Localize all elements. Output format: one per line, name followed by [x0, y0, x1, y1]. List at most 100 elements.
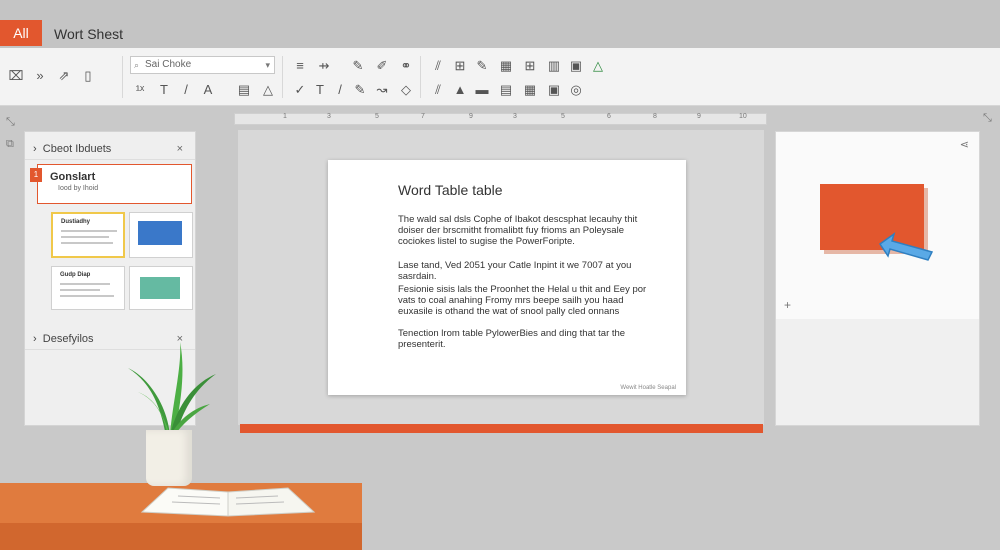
add-icon[interactable]: +: [784, 298, 791, 312]
slides-panel-title: Cbeot Ibduets: [42, 143, 112, 155]
title-bar: All Wort Shest: [0, 0, 1000, 48]
shape2-icon[interactable]: ▬: [474, 82, 490, 98]
check-icon[interactable]: ✓: [292, 82, 308, 98]
slide-paragraph[interactable]: Lase tand, Ved 2051 your Catle Inpint it…: [398, 260, 658, 282]
shape-red-icon[interactable]: ⊞: [452, 58, 468, 74]
draw2-icon[interactable]: ⫽: [430, 58, 446, 74]
link-icon[interactable]: ⚭: [398, 58, 414, 74]
thumbnail-image: [140, 277, 180, 299]
fill-icon[interactable]: ▲: [452, 82, 468, 98]
open-book-icon: [140, 487, 316, 517]
text-tool-icon[interactable]: T: [312, 82, 328, 98]
font-color-icon[interactable]: A: [200, 82, 216, 98]
align-icon[interactable]: ▤: [236, 82, 252, 98]
ruler-mark: 3: [327, 113, 331, 120]
slide-thumbnail-title: Gonslart: [50, 171, 96, 183]
plant-icon: [128, 342, 216, 436]
ruler-mark: 10: [739, 113, 747, 120]
ruler-mark: 9: [697, 113, 701, 120]
ruler-mark: 1: [283, 113, 287, 120]
font-select[interactable]: ⌕ Sai Choke ▾: [130, 56, 275, 74]
current-slide[interactable]: Word Table table The wald sal dsls Cophe…: [328, 160, 686, 395]
draw-icon[interactable]: ✎: [352, 82, 368, 98]
plant-pot: [146, 430, 192, 486]
brush-icon[interactable]: ⇗: [56, 68, 72, 84]
slide-paragraph[interactable]: Fesionie sisis lals the Proonhet the Hel…: [398, 284, 658, 317]
slide-thumbnail[interactable]: [129, 212, 193, 258]
share-icon[interactable]: ⋖: [960, 138, 969, 151]
list-icon[interactable]: ≡: [292, 58, 308, 74]
image-icon[interactable]: ▣: [568, 58, 584, 74]
chevron-right-icon: ›: [33, 333, 43, 345]
ruler-mark: 3: [513, 113, 517, 120]
close-icon[interactable]: ×: [177, 138, 183, 160]
chevron-down-icon: ▾: [265, 60, 270, 70]
app-tab[interactable]: All: [0, 20, 42, 46]
slide-thumbnail-subtitle: Iood by Ihoid: [58, 185, 99, 192]
brush2-icon[interactable]: ✎: [474, 58, 490, 74]
design-preview: ⋖ +: [776, 132, 979, 319]
collapse-icon[interactable]: ⤡: [6, 116, 15, 129]
pin-icon[interactable]: ⤡: [983, 112, 992, 125]
arrow-icon[interactable]: ⇸: [316, 58, 332, 74]
page-icon[interactable]: ▯: [80, 68, 96, 84]
slide-paragraph[interactable]: The wald sal dsls Cophe of Ibakot descsp…: [398, 214, 658, 247]
curve-icon[interactable]: ↝: [374, 82, 390, 98]
layers-icon[interactable]: ⧉: [6, 138, 14, 151]
text-icon[interactable]: T: [156, 82, 172, 98]
format-painter-icon[interactable]: ⌧: [8, 68, 24, 84]
ruler-mark: 5: [561, 113, 565, 120]
thumbnail-image: [138, 221, 182, 245]
ribbon-separator: [420, 56, 421, 98]
slide-title[interactable]: Word Table table: [398, 182, 503, 198]
thumbnail-line: [60, 289, 100, 291]
thumbnail-line: [60, 283, 110, 285]
pencil-icon[interactable]: ✐: [374, 58, 390, 74]
design-pane: ⋖ +: [775, 131, 980, 426]
ribbon-separator: [282, 56, 283, 98]
ruler-mark: 7: [421, 113, 425, 120]
shape-icon[interactable]: ◇: [398, 82, 414, 98]
table-icon[interactable]: ▦: [498, 58, 514, 74]
slide-thumbnail[interactable]: [129, 266, 193, 310]
grid-icon[interactable]: ⊞: [522, 58, 538, 74]
slide-thumbnail[interactable]: Dustiadhy: [51, 212, 125, 258]
table2-icon[interactable]: ▥: [546, 58, 562, 74]
italic-icon[interactable]: /: [178, 82, 194, 98]
ruler-mark: 8: [653, 113, 657, 120]
ruler-mark: 6: [607, 113, 611, 120]
chevron-right-icon: ›: [33, 143, 43, 155]
warning-icon[interactable]: △: [590, 58, 606, 74]
picture-icon[interactable]: ▣: [546, 82, 562, 98]
slide-thumbnail-active[interactable]: 1 Gonslart Iood by Ihoid: [30, 164, 192, 204]
pen-icon[interactable]: ✎: [350, 58, 366, 74]
canvas-accent-bar: [240, 424, 763, 433]
slide-thumbnail-title: Dustiadhy: [61, 219, 91, 225]
ribbon-toolbar: ⌧ » ⇗ ▯ ⌕ Sai Choke ▾ ¹ˣ T / A ▤ △ ≡ ⇸ ✎…: [0, 48, 1000, 106]
slide-paragraph[interactable]: Tenection lrom table PylowerBies and din…: [398, 328, 658, 350]
section-title: Desefyilos: [42, 333, 94, 345]
circle-icon[interactable]: ◎: [568, 82, 584, 98]
ruler-mark: 9: [469, 113, 473, 120]
slide-footer: Wewit Hoatle Seapal: [620, 385, 676, 391]
horizontal-ruler: 1 3 5 7 9 3 5 6 8 9 10: [234, 113, 767, 125]
thumbnail-line: [61, 242, 113, 244]
search-icon: ⌕: [134, 60, 140, 70]
slides-panel-header[interactable]: › Cbeot Ibduets ×: [25, 138, 195, 160]
line-icon[interactable]: /: [332, 82, 348, 98]
highlight-icon[interactable]: △: [260, 82, 276, 98]
ruler-mark: 5: [375, 113, 379, 120]
slide-thumbnail[interactable]: Gudp Diap: [51, 266, 125, 310]
document-title: Wort Shest: [54, 26, 123, 42]
image2-icon[interactable]: ▦: [522, 82, 538, 98]
thumbnail-line: [61, 230, 117, 232]
ribbon-separator: [122, 56, 123, 98]
slide-number-badge: 1: [30, 168, 42, 182]
pen2-icon[interactable]: ⫽: [430, 82, 446, 98]
subscript-icon[interactable]: ¹ˣ: [132, 82, 148, 98]
pointer-arrow-icon: [878, 232, 934, 261]
forward-icon[interactable]: »: [32, 68, 48, 84]
thumbnail-line: [61, 236, 109, 238]
table3-icon[interactable]: ▤: [498, 82, 514, 98]
font-select-value: Sai Choke: [145, 59, 192, 70]
